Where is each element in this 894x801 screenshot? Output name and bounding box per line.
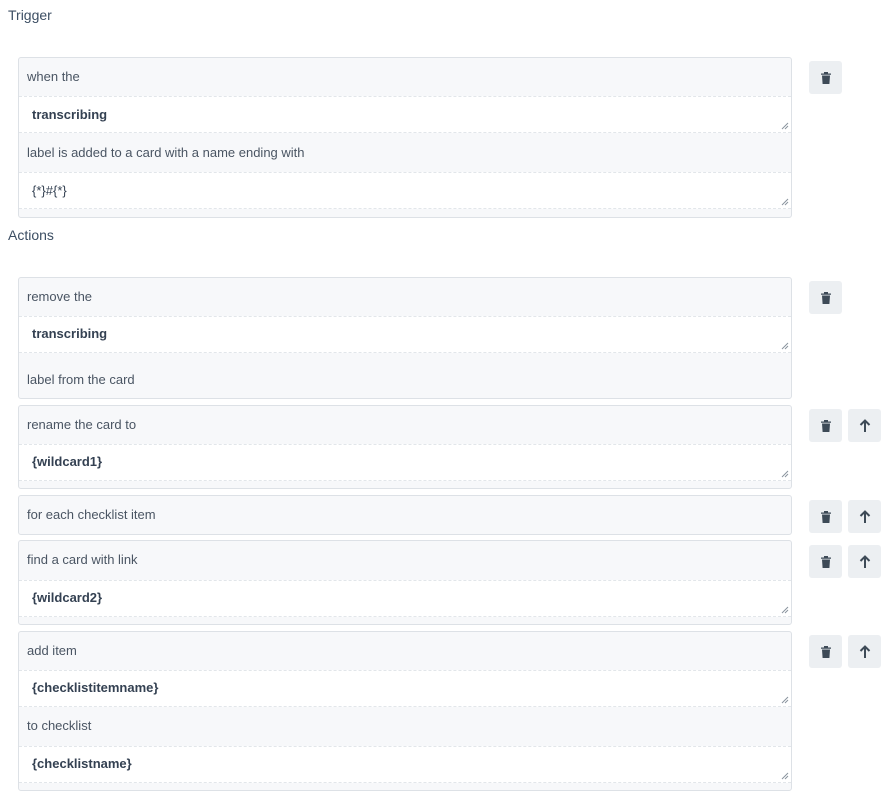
trigger-pattern-value: {*}#{*}	[32, 183, 67, 198]
trash-icon	[820, 510, 831, 523]
action-remove-delete-button[interactable]	[809, 281, 842, 314]
action-additem-move-up-button[interactable]	[848, 635, 881, 668]
action-rename-delete-button[interactable]	[809, 409, 842, 442]
arrow-up-icon	[859, 554, 870, 568]
action-additem-text-2: to checklist	[27, 718, 92, 733]
action-rename-move-up-button[interactable]	[848, 409, 881, 442]
action-remove-label-field[interactable]: transcribing	[19, 316, 791, 353]
action-foreach-delete-button[interactable]	[809, 500, 842, 533]
action-additem-text-1: add item	[27, 643, 77, 658]
trash-icon	[820, 291, 831, 304]
trash-icon	[820, 555, 831, 568]
action-additem-delete-button[interactable]	[809, 635, 842, 668]
action-find-delete-button[interactable]	[809, 545, 842, 578]
action-rename-card: rename the card to {wildcard1}	[18, 405, 792, 489]
resize-grip-icon[interactable]	[781, 342, 789, 350]
trash-icon	[820, 71, 831, 84]
action-find-move-up-button[interactable]	[848, 545, 881, 578]
resize-grip-icon[interactable]	[781, 122, 789, 130]
trigger-pattern-field[interactable]: {*}#{*}	[19, 172, 791, 209]
trash-icon	[820, 419, 831, 432]
trigger-title: Trigger	[8, 7, 52, 23]
action-additem-card: add item {checklistitemname} to checklis…	[18, 631, 792, 791]
resize-grip-icon[interactable]	[781, 606, 789, 614]
action-rename-value: {wildcard1}	[32, 454, 103, 469]
action-rename-text-1: rename the card to	[27, 417, 137, 432]
action-foreach-card: for each checklist item	[18, 495, 792, 535]
action-additem-checklist-field[interactable]: {checklistname}	[19, 746, 791, 783]
resize-grip-icon[interactable]	[781, 772, 789, 780]
action-find-card: find a card with link {wildcard2}	[18, 540, 792, 625]
action-remove-label-value: transcribing	[32, 326, 108, 341]
action-remove-text-1: remove the	[27, 289, 93, 304]
trigger-delete-button[interactable]	[809, 61, 842, 94]
trigger-card: when the transcribing label is added to …	[18, 57, 792, 218]
action-foreach-text: for each checklist item	[27, 507, 156, 522]
resize-grip-icon[interactable]	[781, 470, 789, 478]
action-rename-value-field[interactable]: {wildcard1}	[19, 444, 791, 481]
arrow-up-icon	[859, 509, 870, 523]
resize-grip-icon[interactable]	[781, 696, 789, 704]
action-additem-item-value: {checklistitemname}	[32, 680, 159, 695]
action-remove-text-2: label from the card	[27, 372, 135, 387]
action-foreach-move-up-button[interactable]	[848, 500, 881, 533]
action-find-value-field[interactable]: {wildcard2}	[19, 580, 791, 617]
trash-icon	[820, 645, 831, 658]
trigger-label-value: transcribing	[32, 107, 108, 122]
action-find-value: {wildcard2}	[32, 590, 103, 605]
trigger-text-1: when the	[27, 69, 80, 84]
action-find-text-1: find a card with link	[27, 552, 138, 567]
action-additem-checklist-value: {checklistname}	[32, 756, 132, 771]
trigger-text-2: label is added to a card with a name end…	[27, 145, 305, 160]
action-additem-item-field[interactable]: {checklistitemname}	[19, 670, 791, 707]
resize-grip-icon[interactable]	[781, 198, 789, 206]
arrow-up-icon	[859, 418, 870, 432]
action-remove-card: remove the transcribing label from the c…	[18, 277, 792, 399]
trigger-label-field[interactable]: transcribing	[19, 96, 791, 133]
actions-title: Actions	[8, 227, 54, 243]
arrow-up-icon	[859, 644, 870, 658]
